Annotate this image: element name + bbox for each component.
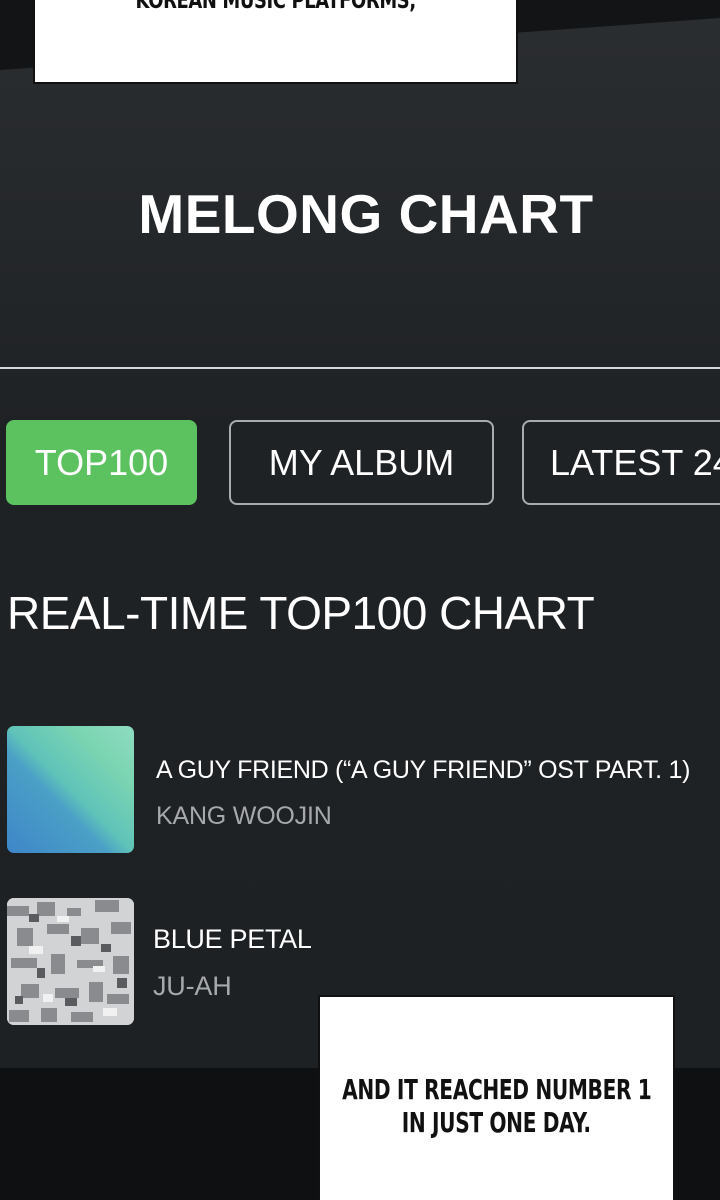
header-divider	[0, 367, 720, 369]
caption-box-top: KOREAN MUSIC PLATFORMS,	[33, 0, 518, 84]
tab-top100[interactable]: TOP100	[6, 420, 197, 505]
caption-box-bottom: AND IT REACHED NUMBER 1 IN JUST ONE DAY.	[318, 995, 675, 1200]
track-artist: KANG WOOJIN	[156, 802, 332, 830]
section-title: REAL-TIME TOP100 CHART	[7, 587, 595, 639]
album-cover[interactable]	[7, 898, 134, 1025]
caption-text-bottom-line1: AND IT REACHED NUMBER 1	[341, 1073, 652, 1106]
tab-my-album[interactable]: MY ALBUM	[229, 420, 494, 505]
tab-latest-24[interactable]: LATEST 24	[522, 420, 720, 505]
camo-pattern-image	[7, 898, 134, 1025]
track-item[interactable]: A GUY FRIEND (“A GUY FRIEND” OST PART. 1…	[0, 726, 720, 854]
tab-label: TOP100	[34, 441, 169, 483]
tab-label: MY ALBUM	[268, 441, 455, 483]
track-artist: JU-AH	[153, 971, 232, 1001]
album-cover[interactable]	[7, 726, 134, 853]
caption-text-bottom-line2: IN JUST ONE DAY.	[402, 1106, 591, 1139]
app-title: MELONG CHART	[138, 183, 594, 245]
track-title: A GUY FRIEND (“A GUY FRIEND” OST PART. 1…	[156, 756, 691, 784]
caption-text-top: KOREAN MUSIC PLATFORMS,	[135, 0, 416, 14]
tab-label: LATEST 24	[550, 441, 720, 483]
track-title: BLUE PETAL	[153, 924, 312, 954]
